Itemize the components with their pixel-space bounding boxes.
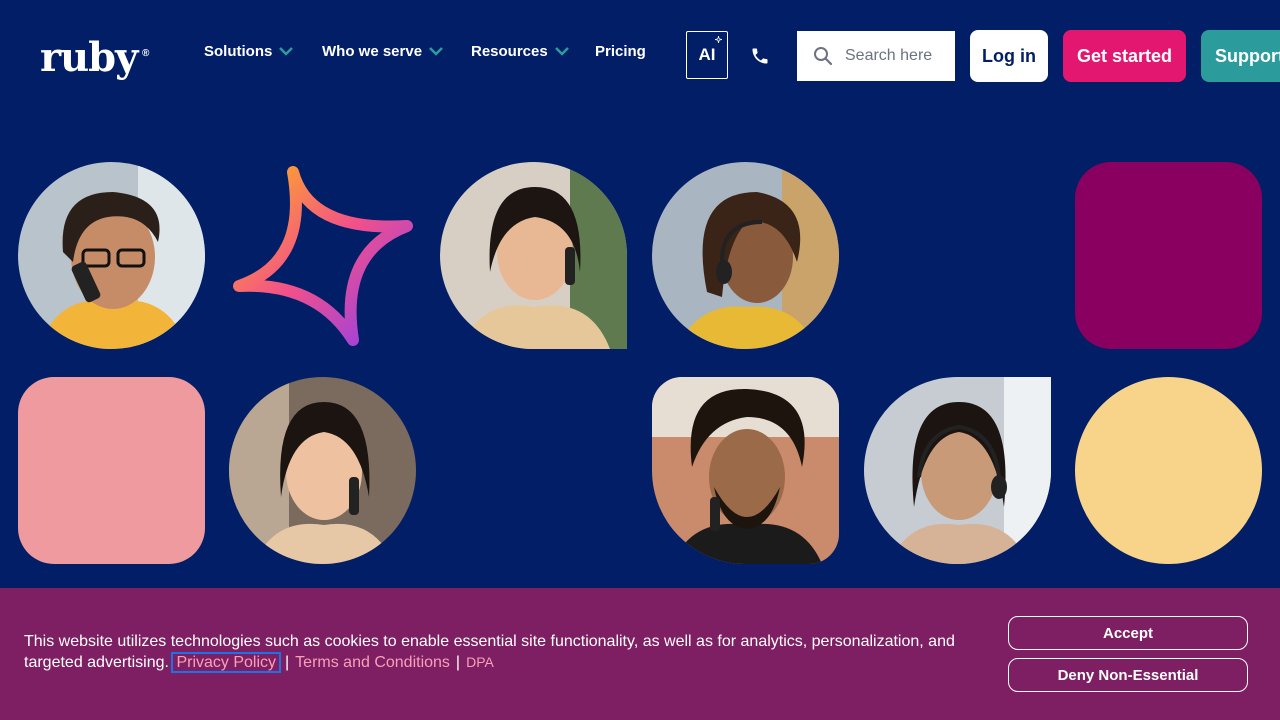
- star-graphic: [229, 162, 416, 349]
- person-photo-headset-woman-1: [18, 162, 205, 349]
- search-input[interactable]: [845, 47, 941, 65]
- person-photo-phone-man: [652, 377, 839, 564]
- site-header: ruby ® Solutions Who we serve Resources …: [0, 0, 1280, 112]
- ruby-logo[interactable]: ruby ®: [40, 34, 149, 82]
- nav-who-we-serve[interactable]: Who we serve: [322, 40, 444, 62]
- chevron-down-icon: [429, 47, 443, 56]
- cookie-message: This website utilizes technologies such …: [24, 632, 984, 673]
- nav-solutions-label: Solutions: [204, 42, 273, 60]
- nav-solutions[interactable]: Solutions: [204, 40, 294, 62]
- yellow-circle-tile: [1075, 377, 1262, 564]
- person-photo-headset-woman-3: [652, 162, 839, 349]
- separator: |: [285, 654, 290, 671]
- nav-who-we-serve-label: Who we serve: [322, 42, 423, 60]
- chevron-down-icon: [279, 47, 294, 56]
- sparkle-icon: [715, 36, 722, 43]
- registered-mark: ®: [142, 48, 150, 59]
- magenta-tile: [1075, 162, 1262, 349]
- cookie-banner: This website utilizes technologies such …: [0, 588, 1280, 720]
- pink-tile: [18, 377, 205, 564]
- chevron-down-icon: [554, 47, 569, 56]
- nav-resources[interactable]: Resources: [471, 40, 570, 62]
- terms-link[interactable]: Terms and Conditions: [295, 654, 450, 671]
- person-photo-phone-woman-2: [440, 162, 627, 349]
- logo-text: ruby: [40, 34, 138, 81]
- accept-cookies-button[interactable]: Accept: [1008, 616, 1248, 650]
- person-photo-headset-woman-5: [864, 377, 1051, 564]
- deny-cookies-button[interactable]: Deny Non-Essential: [1008, 658, 1248, 692]
- nav-resources-label: Resources: [471, 42, 548, 60]
- search-icon: [814, 47, 833, 66]
- nav-pricing-label: Pricing: [595, 42, 646, 60]
- dpa-link[interactable]: DPA: [466, 654, 494, 670]
- person-photo-phone-woman-4: [229, 377, 416, 564]
- search-box[interactable]: [797, 31, 955, 81]
- privacy-policy-link[interactable]: Privacy Policy: [171, 652, 282, 673]
- nav-pricing[interactable]: Pricing: [595, 40, 646, 62]
- separator: |: [455, 654, 461, 671]
- ai-button[interactable]: AI: [686, 31, 728, 79]
- phone-icon[interactable]: [750, 46, 770, 66]
- get-started-button[interactable]: Get started: [1063, 30, 1186, 82]
- support-button[interactable]: Support: [1201, 30, 1280, 82]
- ai-label: AI: [698, 45, 716, 64]
- login-button[interactable]: Log in: [970, 30, 1048, 82]
